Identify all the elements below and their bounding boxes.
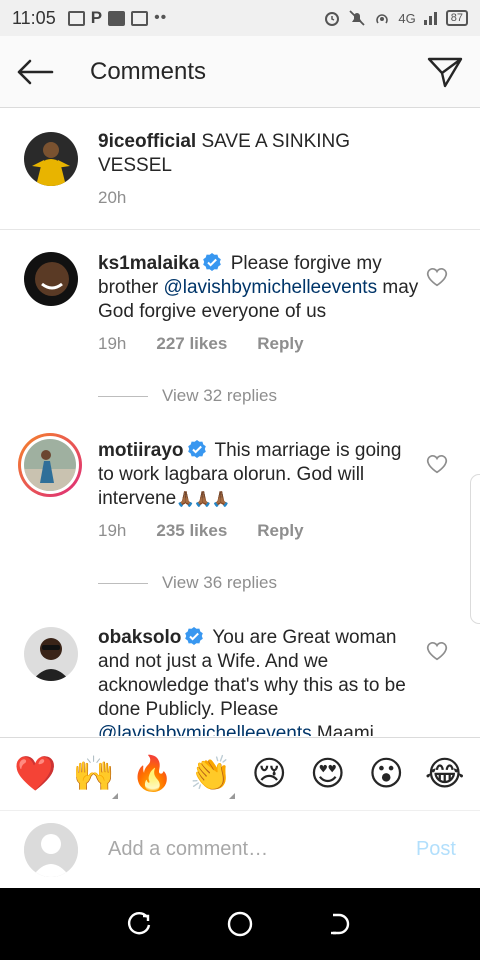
status-right: 4G 87 <box>323 9 468 27</box>
comment-text: motiirayo This marriage is going to work… <box>98 439 420 512</box>
page-title: Comments <box>90 57 207 85</box>
raised-hands-emoji: 🙌 <box>72 754 115 794</box>
comment-avatar-image <box>24 252 78 306</box>
comment-meta: 19h 235 likes Reply <box>98 521 304 541</box>
replies-divider <box>98 582 148 584</box>
heart-eyes-emoji-button[interactable]: 😍 <box>302 737 354 811</box>
comment-input[interactable] <box>108 838 388 861</box>
status-time: 11:05 <box>12 7 56 28</box>
likes-count[interactable]: 227 likes <box>156 334 227 354</box>
comment-avatar-image <box>24 439 76 491</box>
likes-count[interactable]: 235 likes <box>156 521 227 541</box>
comments-list[interactable]: 9iceofficial SAVE A SINKING VESSEL 20h k… <box>0 108 480 736</box>
home-button[interactable] <box>225 909 255 939</box>
clap-emoji: 👏 <box>189 754 232 794</box>
share-button[interactable] <box>410 36 480 108</box>
avatar[interactable] <box>24 132 78 186</box>
p-notification-icon: P <box>90 8 103 27</box>
mention-link[interactable]: @lavishbymichelleevents <box>163 277 377 298</box>
like-button[interactable] <box>426 453 448 475</box>
heart-emoji-button[interactable]: ❤️ <box>9 737 61 811</box>
raised-hands-emoji-button[interactable]: 🙌 <box>68 737 120 811</box>
caption-text: 9iceofficial SAVE A SINKING VESSEL <box>98 130 420 178</box>
mute-icon <box>349 10 366 26</box>
comment-username[interactable]: ks1malaika <box>98 253 199 274</box>
home-circle-icon <box>227 911 253 937</box>
post-caption: 9iceofficial SAVE A SINKING VESSEL 20h <box>0 108 480 230</box>
skin-tone-indicator <box>111 793 118 799</box>
network-type: 4G <box>398 10 416 26</box>
comment-time: 19h <box>98 334 127 353</box>
app-notification-icon <box>108 10 126 26</box>
recent-apps-button[interactable] <box>125 909 155 939</box>
battery-indicator: 87 <box>445 10 468 26</box>
replies-divider <box>98 395 148 397</box>
back-button[interactable] <box>0 36 70 108</box>
view-replies-button[interactable]: View 32 replies <box>98 386 277 406</box>
comment-avatar-image <box>24 627 78 681</box>
verified-badge-icon <box>203 253 222 271</box>
skin-tone-indicator <box>228 793 235 799</box>
alarm-icon <box>325 12 340 26</box>
paper-plane-icon <box>427 57 463 87</box>
avatar[interactable] <box>24 627 78 681</box>
view-replies-button[interactable]: View 36 replies <box>98 573 277 593</box>
crying-emoji-button[interactable]: 😢 <box>243 737 295 811</box>
clap-emoji-button[interactable]: 👏 <box>185 737 237 811</box>
arrow-left-icon <box>17 59 54 84</box>
view-replies-label: View 32 replies <box>162 386 277 405</box>
prayer-hands-emoji: 🙏🏾🙏🏾🙏🏾 <box>176 491 230 508</box>
system-nav-bar <box>0 888 480 960</box>
comment-text: obaksolo You are Great woman and not jus… <box>98 626 420 736</box>
quick-emoji-bar: ❤️ 🙌 🔥 👏 😢 😍 😮 😂 <box>0 737 480 811</box>
hotspot-icon <box>376 14 389 24</box>
scroll-handle[interactable] <box>470 474 480 624</box>
caption-avatar-image <box>24 132 78 186</box>
caption-time: 20h <box>98 188 127 207</box>
comment-time: 19h <box>98 521 127 540</box>
mention-link[interactable]: @lavishbymichelleevents <box>98 723 312 736</box>
notification-icons: P •• <box>67 8 168 28</box>
heart-icon <box>426 642 448 661</box>
comment-composer: Post <box>0 811 480 888</box>
status-bar: 11:05 P •• 4G 87 <box>0 0 480 36</box>
surprised-emoji-button[interactable]: 😮 <box>360 737 412 811</box>
avatar[interactable] <box>18 433 82 497</box>
default-avatar-icon <box>24 822 78 877</box>
signal-icon <box>423 12 437 25</box>
laughing-emoji-button[interactable]: 😂 <box>419 737 471 811</box>
back-nav-button[interactable] <box>325 909 355 939</box>
gallery-notification-icon <box>67 10 85 26</box>
fire-emoji-button[interactable]: 🔥 <box>126 737 178 811</box>
verified-badge-icon <box>185 627 204 645</box>
comment-meta: 19h 227 likes Reply <box>98 334 304 354</box>
view-replies-label: View 36 replies <box>162 573 277 592</box>
comment-text: ks1malaika Please forgive my brother @la… <box>98 252 420 324</box>
user-avatar <box>24 822 78 877</box>
reply-button[interactable]: Reply <box>257 334 303 354</box>
more-notifications-icon: •• <box>154 9 168 26</box>
mail-notification-icon <box>131 10 149 26</box>
post-button[interactable]: Post <box>416 838 456 861</box>
caption-username[interactable]: 9iceofficial <box>98 131 196 152</box>
reply-button[interactable]: Reply <box>257 521 303 541</box>
avatar[interactable] <box>24 252 78 306</box>
app-header: Comments <box>0 36 480 108</box>
like-button[interactable] <box>426 640 448 662</box>
caption-meta: 20h <box>98 188 126 208</box>
comment-message-end: Maami <box>311 723 374 736</box>
heart-icon <box>426 455 448 474</box>
like-button[interactable] <box>426 266 448 288</box>
back-nav-icon <box>331 913 350 935</box>
verified-badge-icon <box>187 440 206 458</box>
heart-icon <box>426 268 448 287</box>
comment-username[interactable]: motiirayo <box>98 440 184 461</box>
comment-username[interactable]: obaksolo <box>98 627 181 648</box>
recent-apps-icon <box>128 912 151 935</box>
